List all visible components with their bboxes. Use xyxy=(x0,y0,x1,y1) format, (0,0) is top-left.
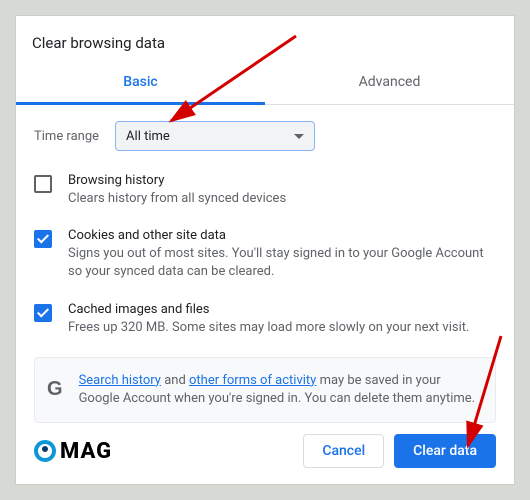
tab-basic[interactable]: Basic xyxy=(16,64,265,105)
dialog-footer: MAG Cancel Clear data xyxy=(16,422,514,484)
clear-browsing-data-dialog: Clear browsing data Basic Advanced Time … xyxy=(15,15,515,485)
tab-advanced[interactable]: Advanced xyxy=(265,64,514,104)
chevron-down-icon xyxy=(294,134,304,139)
link-search-history[interactable]: Search history xyxy=(79,373,161,388)
option-title: Cached images and files xyxy=(68,302,496,317)
option-cached: Cached images and files Frees up 320 MB.… xyxy=(34,302,496,337)
checkbox-cached[interactable] xyxy=(34,304,52,322)
option-subtext: Signs you out of most sites. You'll stay… xyxy=(68,245,496,281)
option-subtext: Frees up 320 MB. Some sites may load mor… xyxy=(68,319,496,337)
google-icon: G xyxy=(47,378,63,401)
link-other-activity[interactable]: other forms of activity xyxy=(189,373,316,388)
clear-data-button[interactable]: Clear data xyxy=(394,434,496,468)
info-text: Search history and other forms of activi… xyxy=(79,372,483,408)
option-title: Browsing history xyxy=(68,173,496,188)
time-range-select[interactable]: All time xyxy=(115,121,315,151)
time-range-value: All time xyxy=(126,129,170,144)
tabs: Basic Advanced xyxy=(16,64,514,105)
dialog-title: Clear browsing data xyxy=(16,16,514,64)
info-box: G Search history and other forms of acti… xyxy=(34,357,496,423)
checkbox-browsing-history[interactable] xyxy=(34,175,52,193)
option-cookies: Cookies and other site data Signs you ou… xyxy=(34,228,496,281)
time-range-row: Time range All time xyxy=(34,121,496,151)
option-subtext: Clears history from all synced devices xyxy=(68,190,496,208)
pcmag-logo: MAG xyxy=(34,439,112,464)
cancel-button[interactable]: Cancel xyxy=(303,434,384,468)
option-title: Cookies and other site data xyxy=(68,228,496,243)
pcmag-logo-text: MAG xyxy=(60,439,112,464)
option-browsing-history: Browsing history Clears history from all… xyxy=(34,173,496,208)
time-range-label: Time range xyxy=(34,129,99,144)
pcmag-logo-icon xyxy=(34,440,56,462)
checkbox-cookies[interactable] xyxy=(34,230,52,248)
